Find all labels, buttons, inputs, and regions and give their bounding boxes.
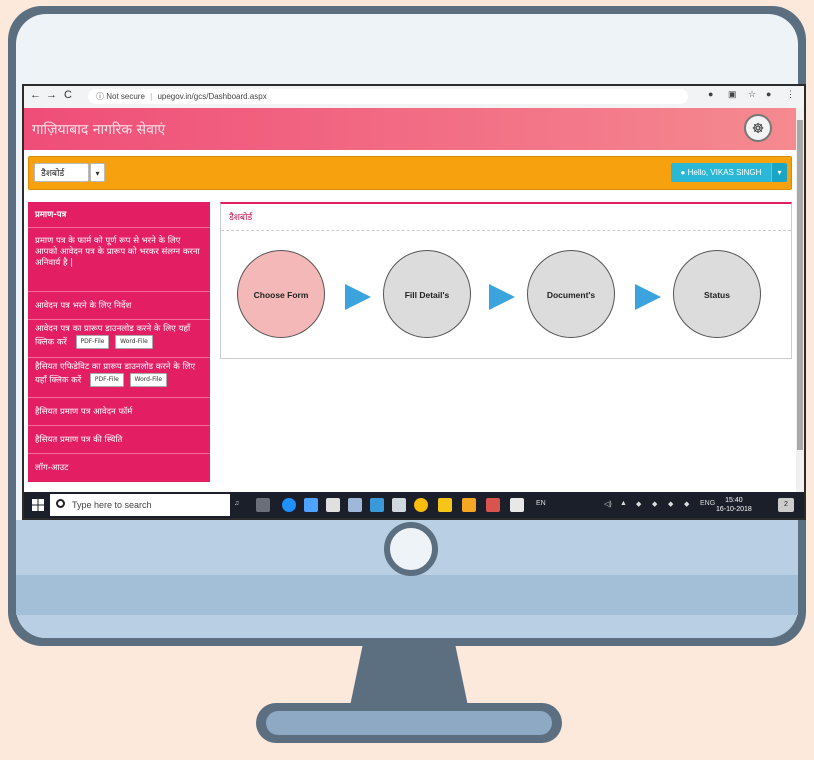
power-button: [384, 522, 438, 576]
sidebar-item-label: प्रमाण पत्र के फार्म को पूर्ण रूप से भरन…: [35, 236, 200, 268]
app-icon[interactable]: [438, 498, 452, 512]
arrow-right-icon: [345, 284, 371, 310]
sidebar-item-application-form[interactable]: हैसियत प्रमाण पत्र आवेदन फॉर्म: [28, 398, 210, 426]
star-icon[interactable]: ☆: [748, 89, 756, 100]
monitor-chin-stripe: [16, 575, 798, 615]
step-documents[interactable]: Document's: [527, 250, 615, 338]
sidebar-item-label: आवेदन पत्र का प्रारूप डाउनलोड करने के लि…: [35, 324, 191, 348]
panel-title: डैशबोर्ड: [229, 213, 253, 223]
user-menu-chevron-icon[interactable]: ▾: [772, 163, 787, 182]
clock-date: 16-10-2018: [716, 506, 752, 513]
notification-center-icon[interactable]: 2: [778, 498, 794, 512]
panel-divider: [221, 230, 791, 232]
menu-icon[interactable]: ⋮: [786, 89, 795, 100]
step-fill-details[interactable]: Fill Detail's: [383, 250, 471, 338]
forward-button[interactable]: →: [46, 89, 57, 101]
url-separator: |: [150, 92, 153, 101]
user-menu-button[interactable]: ● Hello, VIKAS SINGH: [671, 163, 771, 182]
network-icon[interactable]: ▲: [620, 500, 627, 507]
language-indicator[interactable]: EN: [536, 500, 546, 507]
sidebar-item-label: हैसियत प्रमाण पत्र की स्थिति: [35, 435, 123, 445]
extension-icon[interactable]: ●: [708, 89, 713, 99]
browser-toolbar: ← → C ⓘ Not secure | upegov.in/gcs/Dashb…: [24, 86, 804, 109]
sidebar-item-label: प्रमाण-पत्र: [35, 210, 67, 220]
tray-icon[interactable]: ◆: [652, 500, 657, 508]
address-bar[interactable]: ⓘ Not secure | upegov.in/gcs/Dashboard.a…: [88, 89, 688, 104]
profile-icon[interactable]: ●: [766, 89, 771, 99]
scrollbar-thumb[interactable]: [797, 120, 803, 450]
sidebar: प्रमाण-पत्र प्रमाण पत्र के फार्म को पूर्…: [28, 202, 210, 482]
monitor-stand-neck: [350, 638, 468, 706]
step-choose-form[interactable]: Choose Form: [237, 250, 325, 338]
state-emblem-icon: ☸: [744, 114, 772, 142]
windows-start-icon[interactable]: [32, 499, 44, 511]
app-toolbar: डैशबोर्ड ▾ ● Hello, VIKAS SINGH ▾: [28, 156, 792, 190]
task-view-icon[interactable]: [256, 498, 270, 512]
site-header: गाज़ियाबाद नागरिक सेवाएं ☸: [24, 108, 796, 150]
pdf-file-button[interactable]: PDF-File: [89, 373, 124, 387]
sidebar-item-label: आवेदन पत्र भरने के लिए निर्देश: [35, 301, 132, 311]
tray-lang-indicator[interactable]: ENG: [700, 500, 715, 507]
step-status[interactable]: Status: [673, 250, 761, 338]
store-icon[interactable]: [304, 498, 318, 512]
monitor-screen: ← → C ⓘ Not secure | upegov.in/gcs/Dashb…: [22, 84, 806, 520]
chrome-icon[interactable]: [414, 498, 428, 512]
notification-count: 2: [784, 501, 788, 508]
tray-icon[interactable]: ◆: [684, 500, 689, 508]
sidebar-note: प्रमाण पत्र के फार्म को पूर्ण रूप से भरन…: [28, 228, 210, 292]
taskbar-search-input[interactable]: Type here to search: [50, 494, 230, 516]
dashboard-dropdown[interactable]: डैशबोर्ड: [34, 163, 89, 182]
sidebar-item-logout[interactable]: लॉग-आउट: [28, 454, 210, 482]
app-icon[interactable]: [392, 498, 406, 512]
edge-icon[interactable]: [282, 498, 296, 512]
mail-icon[interactable]: [326, 498, 340, 512]
sidebar-item-label: हैसियत प्रमाण पत्र आवेदन फॉर्म: [35, 407, 133, 417]
microphone-icon[interactable]: ♫: [234, 500, 239, 507]
reload-button[interactable]: C: [64, 89, 72, 101]
app-icon[interactable]: [370, 498, 384, 512]
folder-icon[interactable]: [462, 498, 476, 512]
security-indicator[interactable]: ⓘ Not secure: [96, 92, 145, 101]
user-greeting: Hello, VIKAS SINGH: [687, 168, 762, 177]
word-file-button[interactable]: Word-File: [115, 335, 153, 349]
word-file-button[interactable]: Word-File: [129, 373, 168, 387]
user-icon: ●: [680, 168, 686, 177]
back-button[interactable]: ←: [30, 89, 41, 101]
app-icon[interactable]: [510, 498, 524, 512]
sidebar-item-status[interactable]: हैसियत प्रमाण पत्र की स्थिति: [28, 426, 210, 454]
sidebar-heading-certificates[interactable]: प्रमाण-पत्र: [28, 202, 210, 228]
dashboard-panel: डैशबोर्ड Choose Form Fill Detail's Docum…: [220, 202, 792, 359]
sidebar-item-download-affidavit: हैसियत एफिडेविट का प्रारूप डाउनलोड करने …: [28, 358, 210, 398]
monitor-stand-base-inner: [266, 711, 552, 735]
chevron-down-icon[interactable]: ▾: [90, 163, 105, 182]
tray-icon[interactable]: ◆: [668, 500, 673, 508]
volume-icon[interactable]: ◁): [604, 500, 612, 508]
sidebar-item-label: लॉग-आउट: [35, 463, 69, 473]
windows-taskbar: Type here to search ♫ EN ◁) ▲ ◆ ◆ ◆ ◆ EN…: [24, 492, 804, 518]
app-icon[interactable]: [486, 498, 500, 512]
pdf-file-button[interactable]: PDF-File: [75, 335, 110, 349]
tray-icon[interactable]: ◆: [636, 500, 641, 508]
sidebar-item-instructions[interactable]: आवेदन पत्र भरने के लिए निर्देश: [28, 292, 210, 320]
system-clock[interactable]: 15:40 16-10-2018: [716, 496, 752, 514]
sidebar-item-download-form: आवेदन पत्र का प्रारूप डाउनलोड करने के लि…: [28, 320, 210, 358]
app-icon[interactable]: [348, 498, 362, 512]
translate-icon[interactable]: ▣: [728, 89, 737, 100]
arrow-right-icon: [635, 284, 661, 310]
arrow-right-icon: [489, 284, 515, 310]
cortana-icon: [56, 499, 65, 508]
clock-time: 15:40: [725, 497, 743, 504]
url-text: upegov.in/gcs/Dashboard.aspx: [157, 92, 267, 101]
site-title: गाज़ियाबाद नागरिक सेवाएं: [32, 122, 166, 138]
